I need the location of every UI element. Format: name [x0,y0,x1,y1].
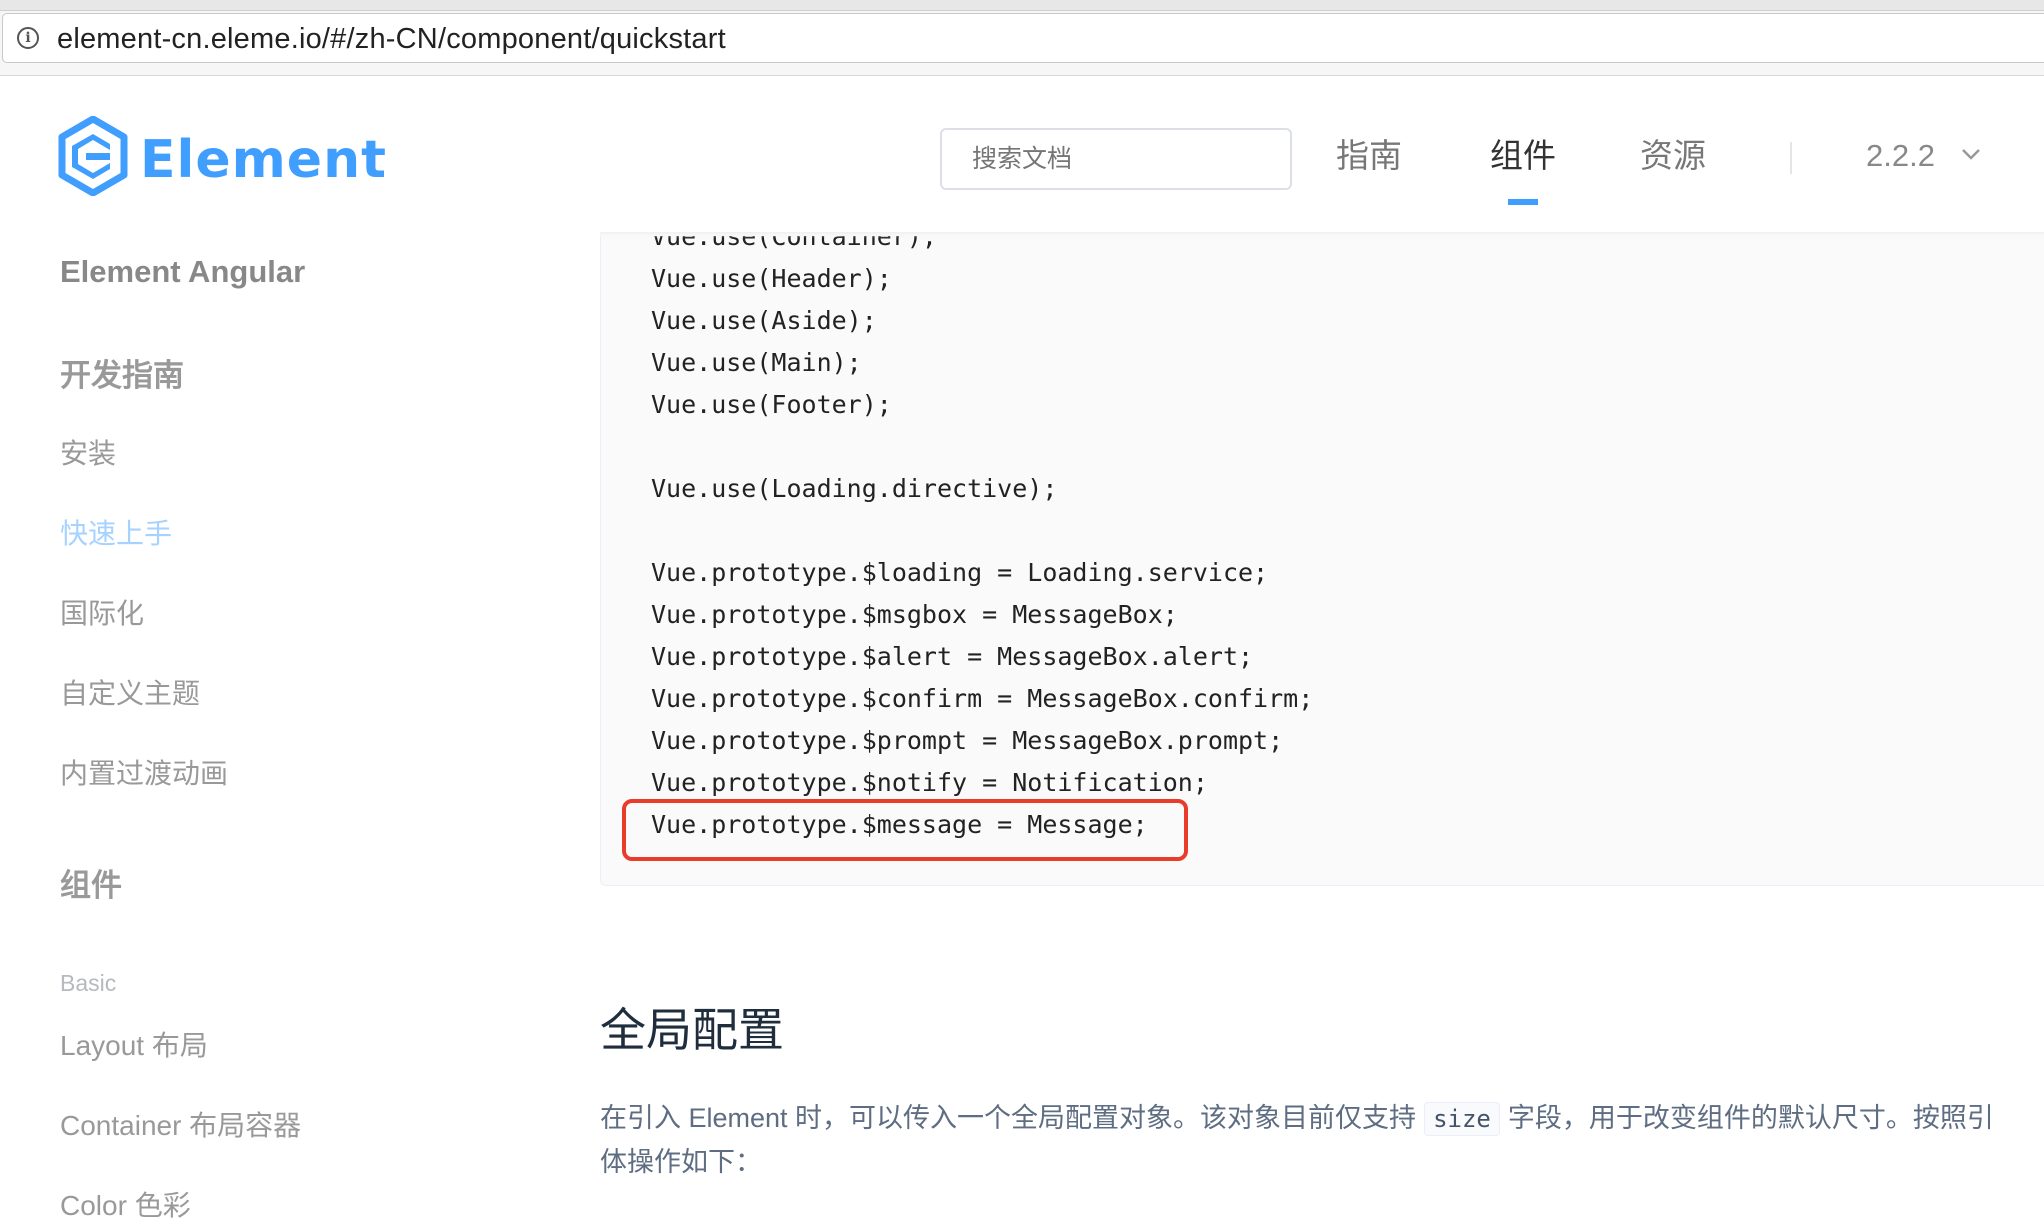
version-selector[interactable]: 2.2.2 [1866,136,1935,176]
sidebar-group-components: 组件 [60,868,122,903]
code-line: Vue.prototype.$notify = Notification; [651,768,1208,797]
code-line: Vue.use(Header); [651,264,892,293]
browser-tabstrip [0,0,2044,11]
code-line: Vue.prototype.$prompt = MessageBox.promp… [651,726,1284,755]
sidebar-item-install[interactable]: 安装 [60,436,116,472]
nav-active-indicator [1508,199,1538,205]
site-header: Element 指南 组件 资源 2.2.2 [0,76,2044,236]
sidebar-item-custom-theme[interactable]: 自定义主题 [60,676,200,712]
url-text[interactable]: element-cn.eleme.io/#/zh-CN/component/qu… [57,24,726,54]
paragraph-text-start: 在引入 Element 时，可以传入一个全局配置对象。该对象目前仅支持 [600,1103,1417,1133]
section-paragraph-line2: 体操作如下： [600,1147,762,1177]
code-line: Vue.use(Loading.directive); [651,474,1058,503]
browser-toolbar: i element-cn.eleme.io/#/zh-CN/component/… [0,0,2044,76]
sidebar-subgroup-basic: Basic [60,970,117,996]
paragraph-text-end: 字段，用于改变组件的默认尺寸。按照引 [1507,1103,1994,1133]
address-bar[interactable]: i element-cn.eleme.io/#/zh-CN/component/… [2,13,2044,63]
sidebar-item-color[interactable]: Color 色彩 [60,1188,191,1224]
code-line: Vue.prototype.$msgbox = MessageBox; [651,600,1178,629]
code-line: Vue.use(Main); [651,348,862,377]
code-line: Vue.prototype.$alert = MessageBox.alert; [651,642,1254,671]
sidebar: Element Angular 开发指南 安装 快速上手 国际化 自定义主题 内… [0,236,560,1221]
search-input[interactable] [940,128,1292,190]
code-line: Vue.prototype.$loading = Loading.service… [651,558,1269,587]
section-paragraph: 在引入 Element 时，可以传入一个全局配置对象。该对象目前仅支持 size 字… [600,1096,2044,1140]
code-line: Vue.use(Aside); [651,306,877,335]
sidebar-item-container[interactable]: Container 布局容器 [60,1108,301,1144]
sidebar-link-element-angular[interactable]: Element Angular [60,252,305,292]
nav-divider [1790,142,1792,174]
header-shadow [600,232,2044,238]
nav-resources[interactable]: 资源 [1640,136,1706,176]
section-title: 全局配置 [600,1004,784,1056]
sidebar-item-i18n[interactable]: 国际化 [60,596,144,632]
code-line: Vue.use(Footer); [651,390,892,419]
code-line: Vue.prototype.$confirm = MessageBox.conf… [651,684,1314,713]
logo-wordmark[interactable]: Element [140,130,387,190]
site-info-icon[interactable]: i [17,27,39,49]
sidebar-item-layout[interactable]: Layout 布局 [60,1028,208,1064]
sidebar-item-transition[interactable]: 内置过渡动画 [60,756,228,792]
chevron-down-icon[interactable] [1958,144,1984,164]
nav-components[interactable]: 组件 [1490,136,1556,176]
code-block[interactable]: Vue.use(Container); Vue.use(Header); Vue… [600,236,2044,886]
highlight-annotation-box [622,799,1188,861]
code-line: Vue.use(Container); [651,236,937,251]
nav-guide[interactable]: 指南 [1336,136,1402,176]
sidebar-group-dev-guide: 开发指南 [60,358,184,393]
sidebar-item-quickstart[interactable]: 快速上手 [60,516,172,552]
element-logo-icon[interactable] [58,116,128,196]
inline-code-size: size [1424,1102,1500,1136]
